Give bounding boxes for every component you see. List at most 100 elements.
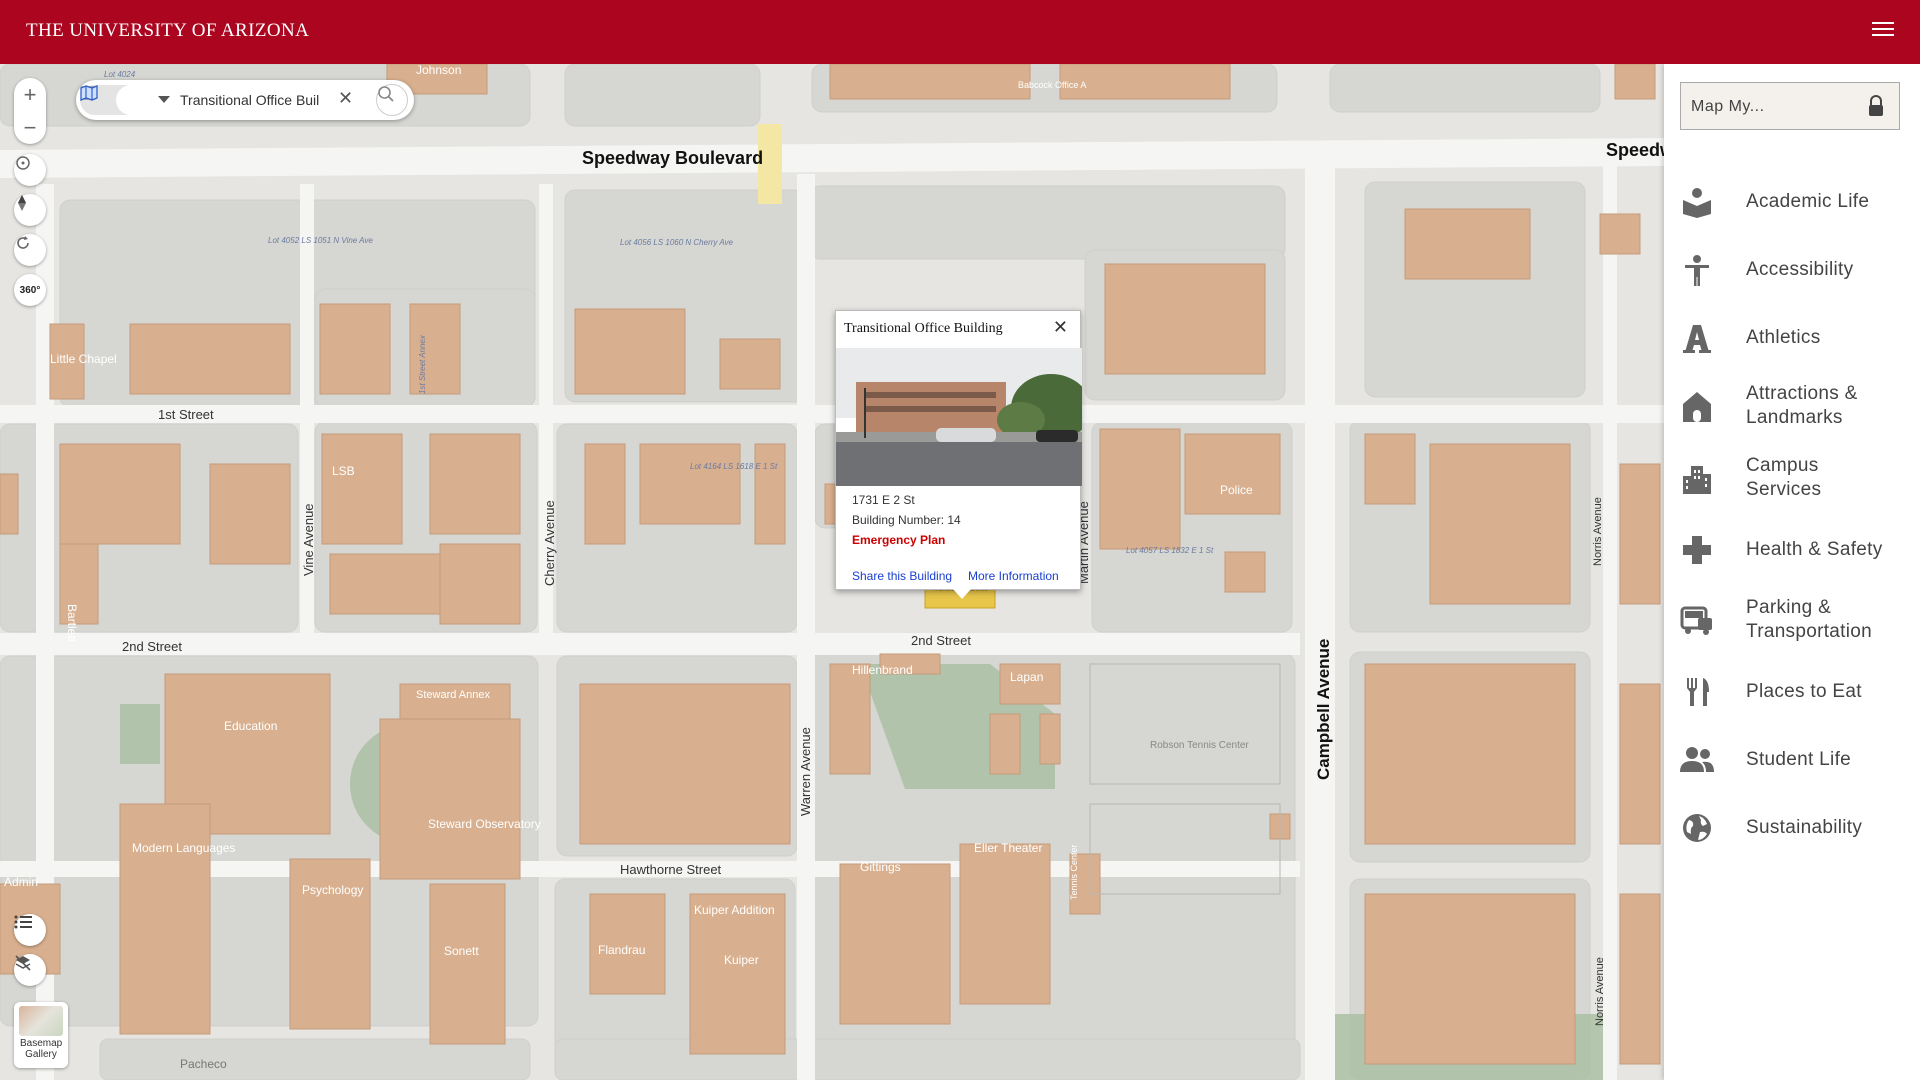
bus-icon: [1680, 603, 1714, 637]
building-label-babcock[interactable]: Babcock Office A: [1018, 80, 1086, 90]
map-my-label: Map My...: [1691, 98, 1765, 115]
lot-label-4056: Lot 4056 LS 1060 N Cherry Ave: [620, 238, 733, 247]
building-address: 1731 E 2 St: [852, 493, 915, 507]
folded-map-icon: [80, 85, 98, 101]
road-label-first-street: 1st Street: [158, 407, 214, 422]
building-label-johnson[interactable]: Johnson: [416, 64, 461, 77]
category-label: Sustainability: [1746, 817, 1863, 838]
map-view-button[interactable]: [80, 85, 152, 115]
category-academic-life[interactable]: Academic Life: [1680, 172, 1910, 232]
category-athletics[interactable]: Athletics: [1680, 308, 1910, 368]
building-label-eller-theater[interactable]: Eller Theater: [974, 842, 1042, 855]
road-label-norris-north: Norris Avenue: [1592, 497, 1604, 566]
building-label-kuiper[interactable]: Kuiper: [724, 954, 759, 967]
building-label-admin[interactable]: Admin: [4, 876, 38, 889]
building-label-steward-annex[interactable]: Steward Annex: [416, 689, 490, 702]
category-label: Accessibility: [1746, 259, 1854, 280]
lot-label-4057: Lot 4057 LS 1832 E 1 St: [1126, 546, 1214, 555]
zoom-control: + −: [14, 78, 46, 144]
category-label: Academic Life: [1746, 191, 1870, 212]
app-header: The University of Arizona: [0, 0, 1920, 64]
building-label-hillenbrand[interactable]: Hillenbrand: [852, 664, 913, 677]
clear-search-icon[interactable]: ✕: [338, 88, 353, 109]
search-source-dropdown-icon[interactable]: [158, 96, 170, 103]
building-label-gittings[interactable]: Gittings: [860, 861, 901, 874]
lot-label-top: Lot 4024: [104, 70, 136, 79]
building-label-lapan[interactable]: Lapan: [1010, 671, 1043, 684]
close-popup-icon[interactable]: ✕: [1053, 317, 1068, 338]
road-label-cherry: Cherry Avenue: [542, 500, 557, 586]
view-360-icon: 360°: [19, 284, 41, 296]
lot-label-4164: Lot 4164 LS 1618 E 1 St: [690, 462, 778, 471]
university-brand[interactable]: The University of Arizona: [26, 20, 309, 42]
road-label-norris-south: Norris Avenue: [1594, 957, 1606, 1026]
building-label-modern-languages[interactable]: Modern Languages: [132, 842, 235, 855]
category-student-life[interactable]: Student Life: [1680, 730, 1910, 790]
map-view-toggle[interactable]: [80, 85, 152, 115]
map-canvas[interactable]: [0, 64, 1664, 1080]
road-label-second-street-west: 2nd Street: [122, 639, 182, 654]
zoom-in-button[interactable]: +: [14, 78, 46, 111]
building-label-steward-observatory[interactable]: Steward Observatory: [428, 818, 541, 831]
building-number: Building Number: 14: [852, 513, 961, 527]
building-label-bartlett[interactable]: Bartlett: [65, 604, 79, 642]
emergency-plan-link[interactable]: Emergency Plan: [852, 533, 945, 547]
locate-button[interactable]: [14, 154, 46, 186]
zoom-out-button[interactable]: −: [14, 111, 46, 144]
view-360-button[interactable]: 360°: [14, 274, 46, 306]
category-attractions-landmarks[interactable]: Attractions & Landmarks: [1680, 376, 1910, 436]
popup-title: Transitional Office Building: [844, 321, 1003, 336]
category-label: Health & Safety: [1746, 539, 1883, 560]
category-label: Places to Eat: [1746, 681, 1862, 702]
road-label-speedway-cut: Speedw: [1606, 140, 1664, 160]
building-label-robson[interactable]: Robson Tennis Center: [1150, 740, 1249, 751]
building-label-lsb[interactable]: LSB: [332, 465, 355, 478]
building-label-sonett[interactable]: Sonett: [444, 945, 479, 958]
map-my-button[interactable]: Map My...: [1680, 82, 1900, 130]
search-button[interactable]: [376, 84, 408, 116]
building-label-psychology[interactable]: Psychology: [302, 884, 363, 897]
category-sustainability[interactable]: Sustainability: [1680, 798, 1910, 858]
building-label-pacheco[interactable]: Pacheco: [180, 1058, 227, 1071]
share-building-link[interactable]: Share this Building: [852, 569, 952, 583]
campus-map[interactable]: Speedway Boulevard Speedw 1st Street 2nd…: [0, 64, 1664, 1080]
category-sidebar: Map My... Academic Life Accessibility At…: [1664, 64, 1920, 1080]
refresh-button[interactable]: [14, 234, 46, 266]
search-icon: [378, 86, 394, 102]
building-label-kuiper-addition[interactable]: Kuiper Addition: [694, 904, 775, 917]
road-label-first-annex: 1st Street Annex: [418, 335, 427, 394]
category-parking-transportation[interactable]: Parking & Transportation: [1680, 590, 1910, 650]
layers-off-icon: [15, 955, 31, 971]
search-bar: ✕: [76, 80, 414, 120]
building-label-police[interactable]: Police: [1220, 484, 1253, 497]
athletics-a-icon: [1680, 321, 1714, 355]
basemap-label: Basemap Gallery: [20, 1038, 63, 1060]
road-label-campbell: Campbell Avenue: [1314, 638, 1333, 780]
medical-cross-icon: [1680, 533, 1714, 567]
refresh-icon: [17, 236, 29, 249]
fork-knife-icon: [1680, 675, 1714, 709]
building-label-tennis-center[interactable]: Tennis Center: [1068, 844, 1081, 900]
lot-label-4052: Lot 4052 LS 1051 N Vine Ave: [268, 236, 373, 245]
road-label-warren: Warren Avenue: [798, 727, 813, 816]
building-label-flandrau[interactable]: Flandrau: [598, 944, 645, 957]
compass-button[interactable]: [14, 194, 46, 226]
category-places-to-eat[interactable]: Places to Eat: [1680, 662, 1910, 722]
buildings-icon: [1680, 461, 1714, 495]
category-label: Attractions & Landmarks: [1746, 383, 1858, 428]
category-campus-services[interactable]: Campus Services: [1680, 448, 1910, 508]
category-health-safety[interactable]: Health & Safety: [1680, 520, 1910, 580]
building-label-little-chapel[interactable]: Little Chapel: [50, 353, 117, 366]
basemap-thumbnail: [19, 1006, 63, 1036]
basemap-gallery-button[interactable]: Basemap Gallery: [14, 1002, 68, 1068]
layers-button[interactable]: [14, 954, 46, 986]
lock-icon: [1869, 95, 1883, 116]
category-accessibility[interactable]: Accessibility: [1680, 240, 1910, 300]
building-label-education[interactable]: Education: [224, 720, 277, 733]
search-input[interactable]: [180, 90, 328, 110]
hamburger-menu-icon[interactable]: [1872, 22, 1894, 42]
category-label: Athletics: [1746, 327, 1821, 348]
legend-list-button[interactable]: [14, 914, 46, 946]
category-label: Parking & Transportation: [1746, 597, 1873, 642]
more-information-link[interactable]: More Information: [968, 569, 1059, 583]
